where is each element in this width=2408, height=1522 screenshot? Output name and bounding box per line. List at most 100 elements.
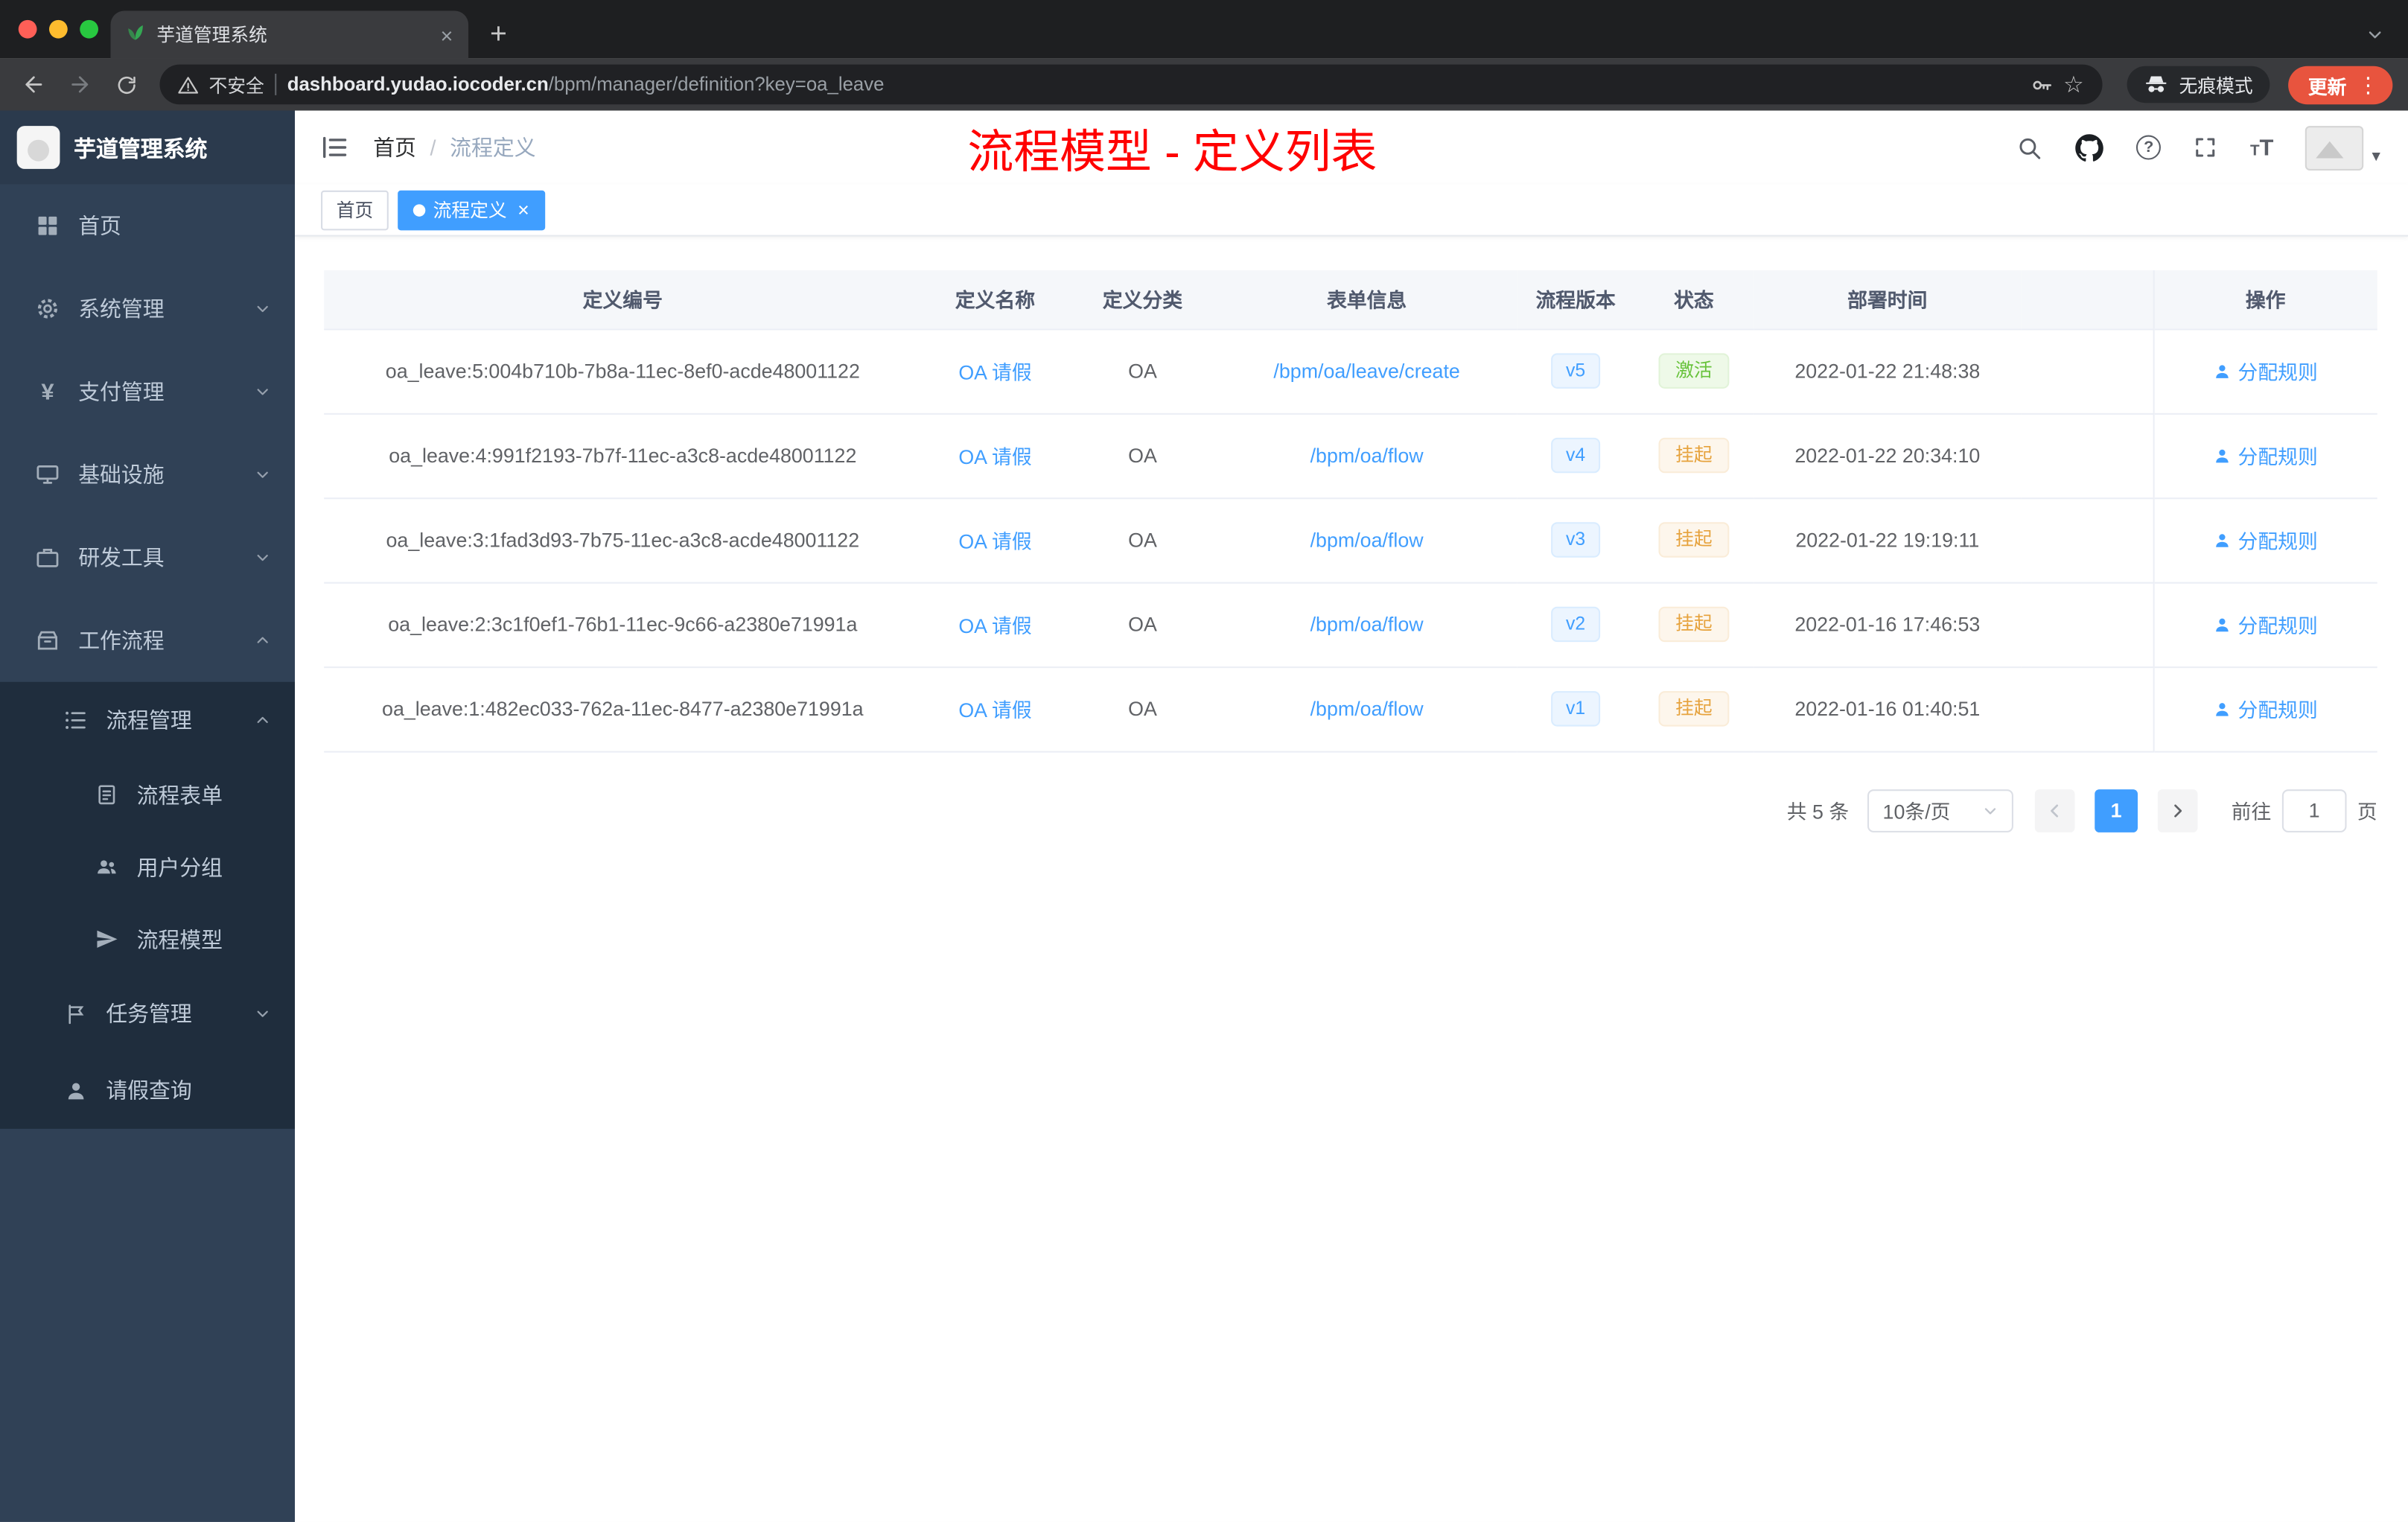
tab-title: 芋道管理系统 — [156, 25, 267, 46]
page-size-select[interactable]: 10条/页 — [1867, 789, 2013, 832]
fullscreen-icon[interactable] — [2194, 136, 2218, 160]
table-row: oa_leave:1:482ec033-762a-11ec-8477-a2380… — [324, 666, 2377, 752]
cell-filler — [2021, 328, 2153, 414]
cell-definition-category: OA — [1068, 497, 1217, 583]
search-icon[interactable] — [2016, 134, 2042, 160]
password-key-icon[interactable] — [2030, 73, 2053, 96]
incognito-icon — [2144, 74, 2168, 95]
tag-active-dot — [413, 203, 426, 216]
page-number-1[interactable]: 1 — [2095, 789, 2138, 832]
column-actions: 操作 — [2152, 270, 2377, 330]
user-avatar[interactable]: ▾ — [2305, 125, 2380, 170]
sidebar-item-process-model[interactable]: 流程模型 — [0, 903, 295, 975]
cell-actions: 分配规则 — [2152, 328, 2377, 414]
assign-rule-label: 分配规则 — [2237, 445, 2318, 469]
sidebar-item-dev-tools[interactable]: 研发工具 — [0, 516, 295, 599]
form-info-link[interactable]: /bpm/oa/flow — [1310, 529, 1424, 552]
assign-rule-link[interactable]: 分配规则 — [2214, 357, 2318, 386]
monitor-icon — [34, 462, 61, 487]
menu-label-process-model: 流程模型 — [136, 926, 223, 952]
sidebar-collapse-icon[interactable] — [321, 136, 348, 160]
url-host: dashboard.yudao.iocoder.cn — [287, 74, 549, 95]
definition-name-link[interactable]: OA 请假 — [958, 445, 1031, 468]
window-minimize-button[interactable] — [49, 19, 68, 39]
chevron-down-icon — [255, 550, 270, 565]
cell-definition-name: OA 请假 — [921, 328, 1069, 414]
update-button[interactable]: 更新 ⋮ — [2288, 65, 2393, 104]
assign-rule-link[interactable]: 分配规则 — [2214, 525, 2318, 554]
sidebar-item-infrastructure[interactable]: 基础设施 — [0, 433, 295, 516]
assign-rule-link[interactable]: 分配规则 — [2214, 610, 2318, 639]
browser-tab[interactable]: 芋道管理系统 × — [110, 10, 469, 59]
window-zoom-button[interactable] — [80, 19, 98, 39]
form-info-link[interactable]: /bpm/oa/leave/create — [1273, 360, 1459, 383]
menu-label-leave-query: 请假查询 — [106, 1077, 192, 1103]
sidebar-item-user-group[interactable]: 用户分组 — [0, 831, 295, 903]
column-definition-id: 定义编号 — [324, 270, 922, 330]
definition-name-link[interactable]: OA 请假 — [958, 361, 1031, 384]
column-process-version: 流程版本 — [1517, 270, 1634, 330]
cell-definition-name: OA 请假 — [921, 497, 1069, 583]
tag-process-definition[interactable]: 流程定义 × — [398, 189, 545, 230]
help-icon[interactable]: ? — [2136, 135, 2162, 160]
address-bar[interactable]: 不安全 dashboard.yudao.iocoder.cn/bpm/manag… — [159, 64, 2103, 105]
incognito-badge: 无痕模式 — [2127, 66, 2270, 104]
menu-label-system: 系统管理 — [78, 296, 165, 322]
assign-rule-link[interactable]: 分配规则 — [2214, 441, 2318, 470]
sidebar-item-process-form[interactable]: 流程表单 — [0, 759, 295, 831]
browser-menu-icon[interactable]: ⋮ — [2357, 71, 2379, 98]
form-info-link[interactable]: /bpm/oa/flow — [1310, 697, 1424, 720]
avatar-image — [2305, 125, 2365, 170]
back-button[interactable] — [16, 66, 53, 104]
form-info-link[interactable]: /bpm/oa/flow — [1310, 613, 1424, 636]
sidebar-item-payment-management[interactable]: ¥ 支付管理 — [0, 350, 295, 433]
page-unit-label: 页 — [2357, 800, 2377, 824]
sidebar-item-workflow[interactable]: 工作流程 — [0, 599, 295, 681]
prev-page-button[interactable] — [2034, 789, 2075, 832]
tab-search-chevron-icon[interactable] — [2366, 26, 2383, 43]
table-row: oa_leave:3:1fad3d93-7b75-11ec-a3c8-acde4… — [324, 497, 2377, 583]
pagination-total: 共 5 条 — [1786, 800, 1850, 824]
reload-button[interactable] — [107, 66, 144, 104]
sidebar-item-leave-query[interactable]: 请假查询 — [0, 1052, 295, 1129]
person-icon — [2214, 446, 2232, 465]
window-close-button[interactable] — [18, 19, 37, 39]
cell-actions: 分配规则 — [2152, 413, 2377, 499]
breadcrumb-separator: / — [430, 135, 436, 160]
omnibox-divider — [275, 74, 277, 95]
yen-icon: ¥ — [41, 378, 54, 405]
definition-name-link[interactable]: OA 请假 — [958, 530, 1031, 553]
definition-name-link[interactable]: OA 请假 — [958, 614, 1031, 637]
sidebar-item-task-management[interactable]: 任务管理 — [0, 975, 295, 1052]
tag-close-icon[interactable]: × — [517, 200, 529, 220]
sidebar-item-home[interactable]: 首页 — [0, 185, 295, 267]
cell-status: 挂起 — [1634, 582, 1754, 668]
next-page-button[interactable] — [2157, 789, 2198, 832]
cell-form-info: /bpm/oa/leave/create — [1216, 328, 1517, 414]
tab-close-icon[interactable]: × — [441, 24, 453, 45]
new-tab-button[interactable]: + — [490, 20, 507, 49]
github-icon[interactable] — [2075, 133, 2104, 162]
table-row: oa_leave:5:004b710b-7b8a-11ec-8ef0-acde4… — [324, 328, 2377, 414]
bookmark-star-icon[interactable]: ☆ — [2063, 73, 2084, 96]
archive-box-icon — [34, 628, 61, 653]
form-info-link[interactable]: /bpm/oa/flow — [1310, 444, 1424, 467]
column-definition-category: 定义分类 — [1068, 270, 1217, 330]
sidebar-item-process-management[interactable]: 流程管理 — [0, 682, 295, 759]
definition-name-link[interactable]: OA 请假 — [958, 698, 1031, 722]
font-size-icon[interactable]: TT — [2250, 136, 2274, 159]
breadcrumb-home[interactable]: 首页 — [373, 132, 416, 162]
cell-definition-id: oa_leave:2:3c1f0ef1-76b1-11ec-9c66-a2380… — [324, 582, 922, 668]
assign-rule-link[interactable]: 分配规则 — [2214, 694, 2318, 723]
forward-button[interactable] — [62, 66, 99, 104]
cell-form-info: /bpm/oa/flow — [1216, 666, 1517, 752]
flag-icon — [62, 1002, 89, 1025]
paper-plane-icon — [92, 928, 120, 951]
cell-process-version: v2 — [1517, 582, 1634, 668]
goto-page-input[interactable] — [2281, 789, 2347, 832]
tag-home[interactable]: 首页 — [321, 189, 389, 230]
security-label: 不安全 — [208, 74, 264, 96]
status-badge: 激活 — [1658, 352, 1730, 389]
window-controls — [18, 19, 98, 39]
sidebar-item-system-management[interactable]: 系统管理 — [0, 267, 295, 350]
